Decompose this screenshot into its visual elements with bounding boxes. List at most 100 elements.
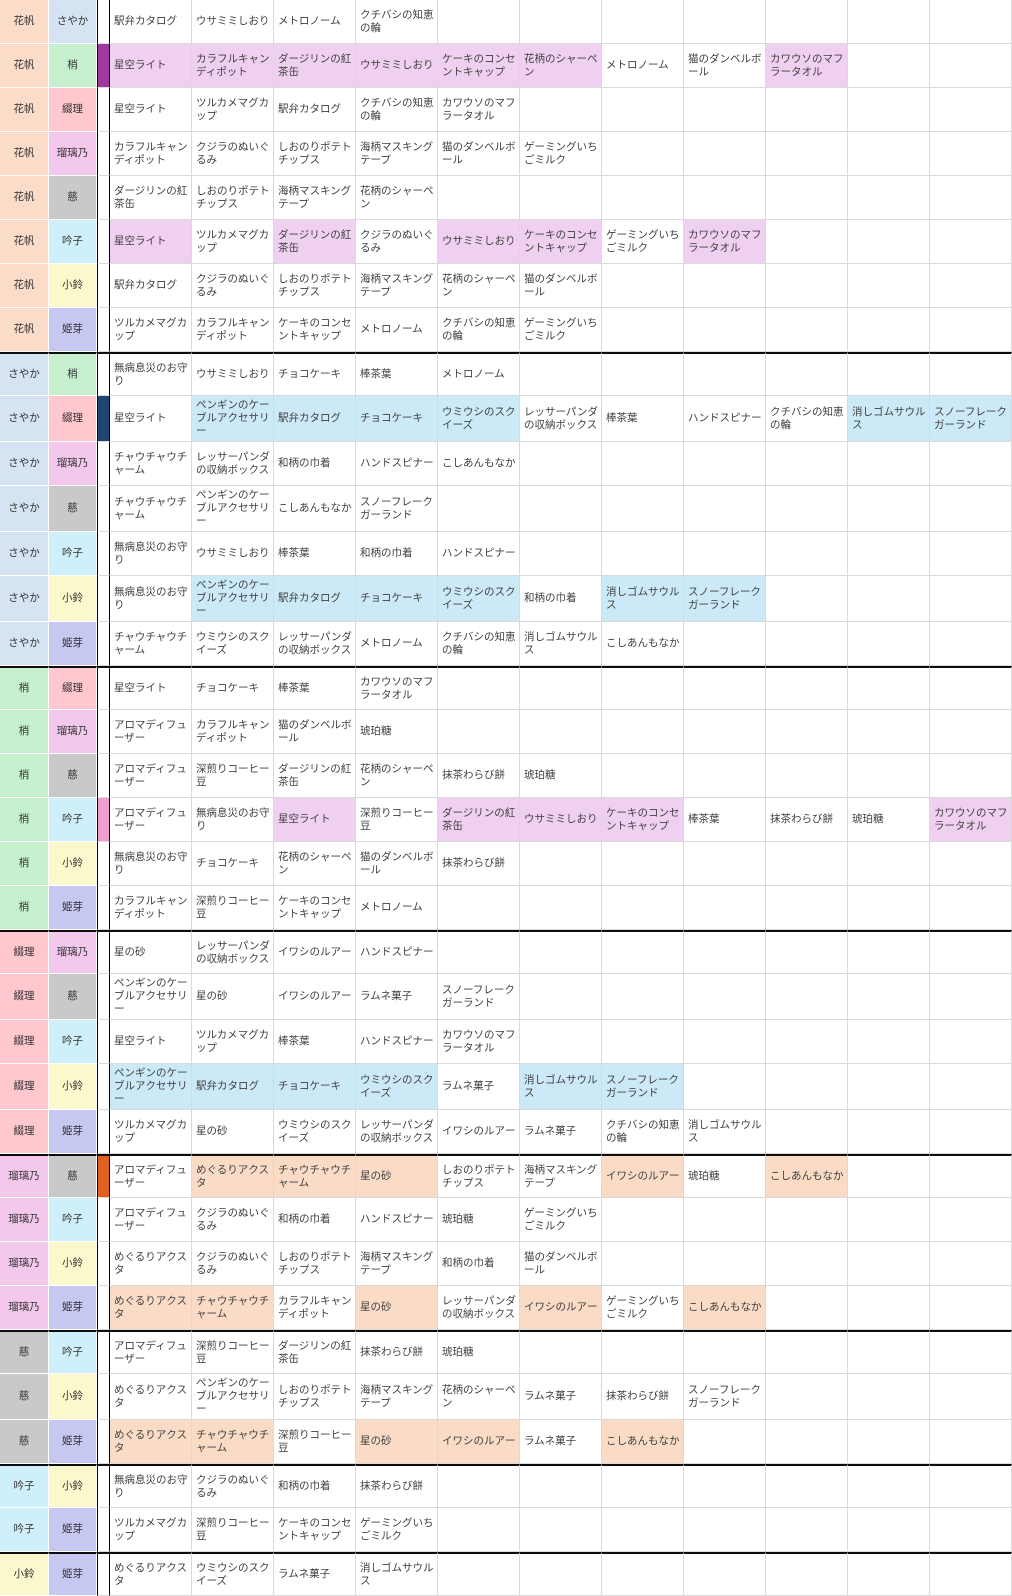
item-cell[interactable]: メトロノーム (356, 308, 438, 352)
item-cell[interactable]: ゲーミングいちごミルク (356, 1508, 438, 1552)
bar-spacer-cell[interactable] (97, 886, 110, 930)
item-cell[interactable]: 琥珀糖 (848, 798, 930, 842)
empty-cell[interactable] (930, 532, 1012, 576)
item-cell[interactable]: カワウソのマフラータオル (438, 1020, 520, 1064)
item-cell[interactable]: 星の砂 (356, 1154, 438, 1198)
empty-cell[interactable] (930, 666, 1012, 710)
item-cell[interactable]: 深煎りコーヒー豆 (192, 886, 274, 930)
item-cell[interactable]: 和柄の巾着 (274, 1198, 356, 1242)
item-cell[interactable]: 消しゴムサウルス (602, 576, 684, 622)
item-cell[interactable]: チャウチャウチャーム (110, 622, 192, 666)
empty-cell[interactable] (848, 0, 930, 44)
item-cell[interactable]: 花柄のシャーペン (356, 754, 438, 798)
item-cell[interactable]: 深煎りコーヒー豆 (192, 1508, 274, 1552)
item-cell[interactable]: クチバシの知恵の輪 (602, 1110, 684, 1154)
member2-cell[interactable]: 瑠璃乃 (49, 710, 97, 754)
empty-cell[interactable] (930, 1020, 1012, 1064)
empty-cell[interactable] (766, 930, 848, 974)
item-cell[interactable]: 和柄の巾着 (520, 576, 602, 622)
empty-cell[interactable] (766, 710, 848, 754)
empty-cell[interactable] (848, 974, 930, 1020)
empty-cell[interactable] (848, 132, 930, 176)
member1-cell[interactable]: さやか (0, 352, 49, 396)
item-cell[interactable]: アロマディフューザー (110, 1154, 192, 1198)
item-cell[interactable]: ラムネ菓子 (520, 1420, 602, 1464)
item-cell[interactable]: ツルカメマグカップ (192, 220, 274, 264)
bar-spacer-cell[interactable] (97, 442, 110, 486)
empty-cell[interactable] (766, 1286, 848, 1330)
member1-cell[interactable]: 花帆 (0, 88, 49, 132)
empty-cell[interactable] (684, 442, 766, 486)
item-cell[interactable]: カワウソのマフラータオル (930, 798, 1012, 842)
item-cell[interactable]: レッサーパンダの収納ボックス (274, 622, 356, 666)
member1-cell[interactable]: 瑠璃乃 (0, 1242, 49, 1286)
empty-cell[interactable] (684, 886, 766, 930)
item-cell[interactable]: カワウソのマフラータオル (766, 44, 848, 88)
empty-cell[interactable] (766, 576, 848, 622)
item-cell[interactable]: 抹茶わらび餅 (356, 1330, 438, 1374)
item-cell[interactable]: ゲーミングいちごミルク (602, 1286, 684, 1330)
member1-cell[interactable]: 綴理 (0, 1110, 49, 1154)
item-cell[interactable]: ハンドスピナー (356, 930, 438, 974)
member2-cell[interactable]: 綴理 (49, 396, 97, 442)
empty-cell[interactable] (766, 1198, 848, 1242)
item-cell[interactable]: めぐるりアクスタ (110, 1286, 192, 1330)
member2-cell[interactable]: 綴理 (49, 88, 97, 132)
member2-cell[interactable]: 綴理 (49, 666, 97, 710)
item-cell[interactable]: こしあんもなか (602, 622, 684, 666)
empty-cell[interactable] (848, 886, 930, 930)
member2-cell[interactable]: 瑠璃乃 (49, 132, 97, 176)
empty-cell[interactable] (520, 88, 602, 132)
item-cell[interactable]: ウミウシのスクイーズ (438, 396, 520, 442)
member1-cell[interactable]: 綴理 (0, 974, 49, 1020)
member2-cell[interactable]: 姫芽 (49, 622, 97, 666)
empty-cell[interactable] (930, 1552, 1012, 1596)
empty-cell[interactable] (602, 842, 684, 886)
item-cell[interactable]: 消しゴムサウルス (684, 1110, 766, 1154)
empty-cell[interactable] (602, 352, 684, 396)
item-cell[interactable]: 猫のダンベルボール (356, 842, 438, 886)
item-cell[interactable]: めぐるりアクスタ (110, 1420, 192, 1464)
item-cell[interactable]: 和柄の巾着 (438, 1242, 520, 1286)
item-cell[interactable]: ハンドスピナー (356, 442, 438, 486)
item-cell[interactable]: ウサミミしおり (438, 220, 520, 264)
item-cell[interactable]: 花柄のシャーペン (438, 264, 520, 308)
empty-cell[interactable] (930, 1198, 1012, 1242)
item-cell[interactable]: 消しゴムサウルス (848, 396, 930, 442)
item-cell[interactable]: めぐるりアクスタ (110, 1552, 192, 1596)
item-cell[interactable]: 海柄マスキングテープ (520, 1154, 602, 1198)
empty-cell[interactable] (930, 1374, 1012, 1420)
item-cell[interactable]: ラムネ菓子 (520, 1374, 602, 1420)
empty-cell[interactable] (848, 1110, 930, 1154)
item-cell[interactable]: 深煎りコーヒー豆 (274, 1420, 356, 1464)
item-cell[interactable]: ラムネ菓子 (274, 1552, 356, 1596)
item-cell[interactable]: 星空ライト (110, 666, 192, 710)
empty-cell[interactable] (684, 754, 766, 798)
empty-cell[interactable] (602, 1198, 684, 1242)
item-cell[interactable]: チョコケーキ (274, 1064, 356, 1110)
empty-cell[interactable] (930, 1508, 1012, 1552)
item-cell[interactable]: カラフルキャンディポット (110, 886, 192, 930)
item-cell[interactable]: クチバシの知恵の輪 (356, 88, 438, 132)
item-cell[interactable]: 棒茶葉 (274, 532, 356, 576)
empty-cell[interactable] (766, 842, 848, 886)
empty-cell[interactable] (766, 754, 848, 798)
item-cell[interactable]: しおのりポテトチップス (274, 132, 356, 176)
empty-cell[interactable] (848, 1330, 930, 1374)
member1-cell[interactable]: 綴理 (0, 1020, 49, 1064)
bar-spacer-cell[interactable] (97, 710, 110, 754)
empty-cell[interactable] (766, 974, 848, 1020)
item-cell[interactable]: しおのりポテトチップス (274, 1242, 356, 1286)
empty-cell[interactable] (848, 308, 930, 352)
item-cell[interactable]: カラフルキャンディポット (110, 132, 192, 176)
item-cell[interactable]: ハンドスピナー (438, 532, 520, 576)
member1-cell[interactable]: 梢 (0, 710, 49, 754)
item-cell[interactable]: スノーフレークガーランド (930, 396, 1012, 442)
empty-cell[interactable] (848, 1420, 930, 1464)
empty-cell[interactable] (848, 1020, 930, 1064)
member2-cell[interactable]: 吟子 (49, 1330, 97, 1374)
item-cell[interactable]: 琥珀糖 (438, 1198, 520, 1242)
member2-cell[interactable]: 瑠璃乃 (49, 442, 97, 486)
member1-cell[interactable]: 慈 (0, 1330, 49, 1374)
empty-cell[interactable] (602, 132, 684, 176)
